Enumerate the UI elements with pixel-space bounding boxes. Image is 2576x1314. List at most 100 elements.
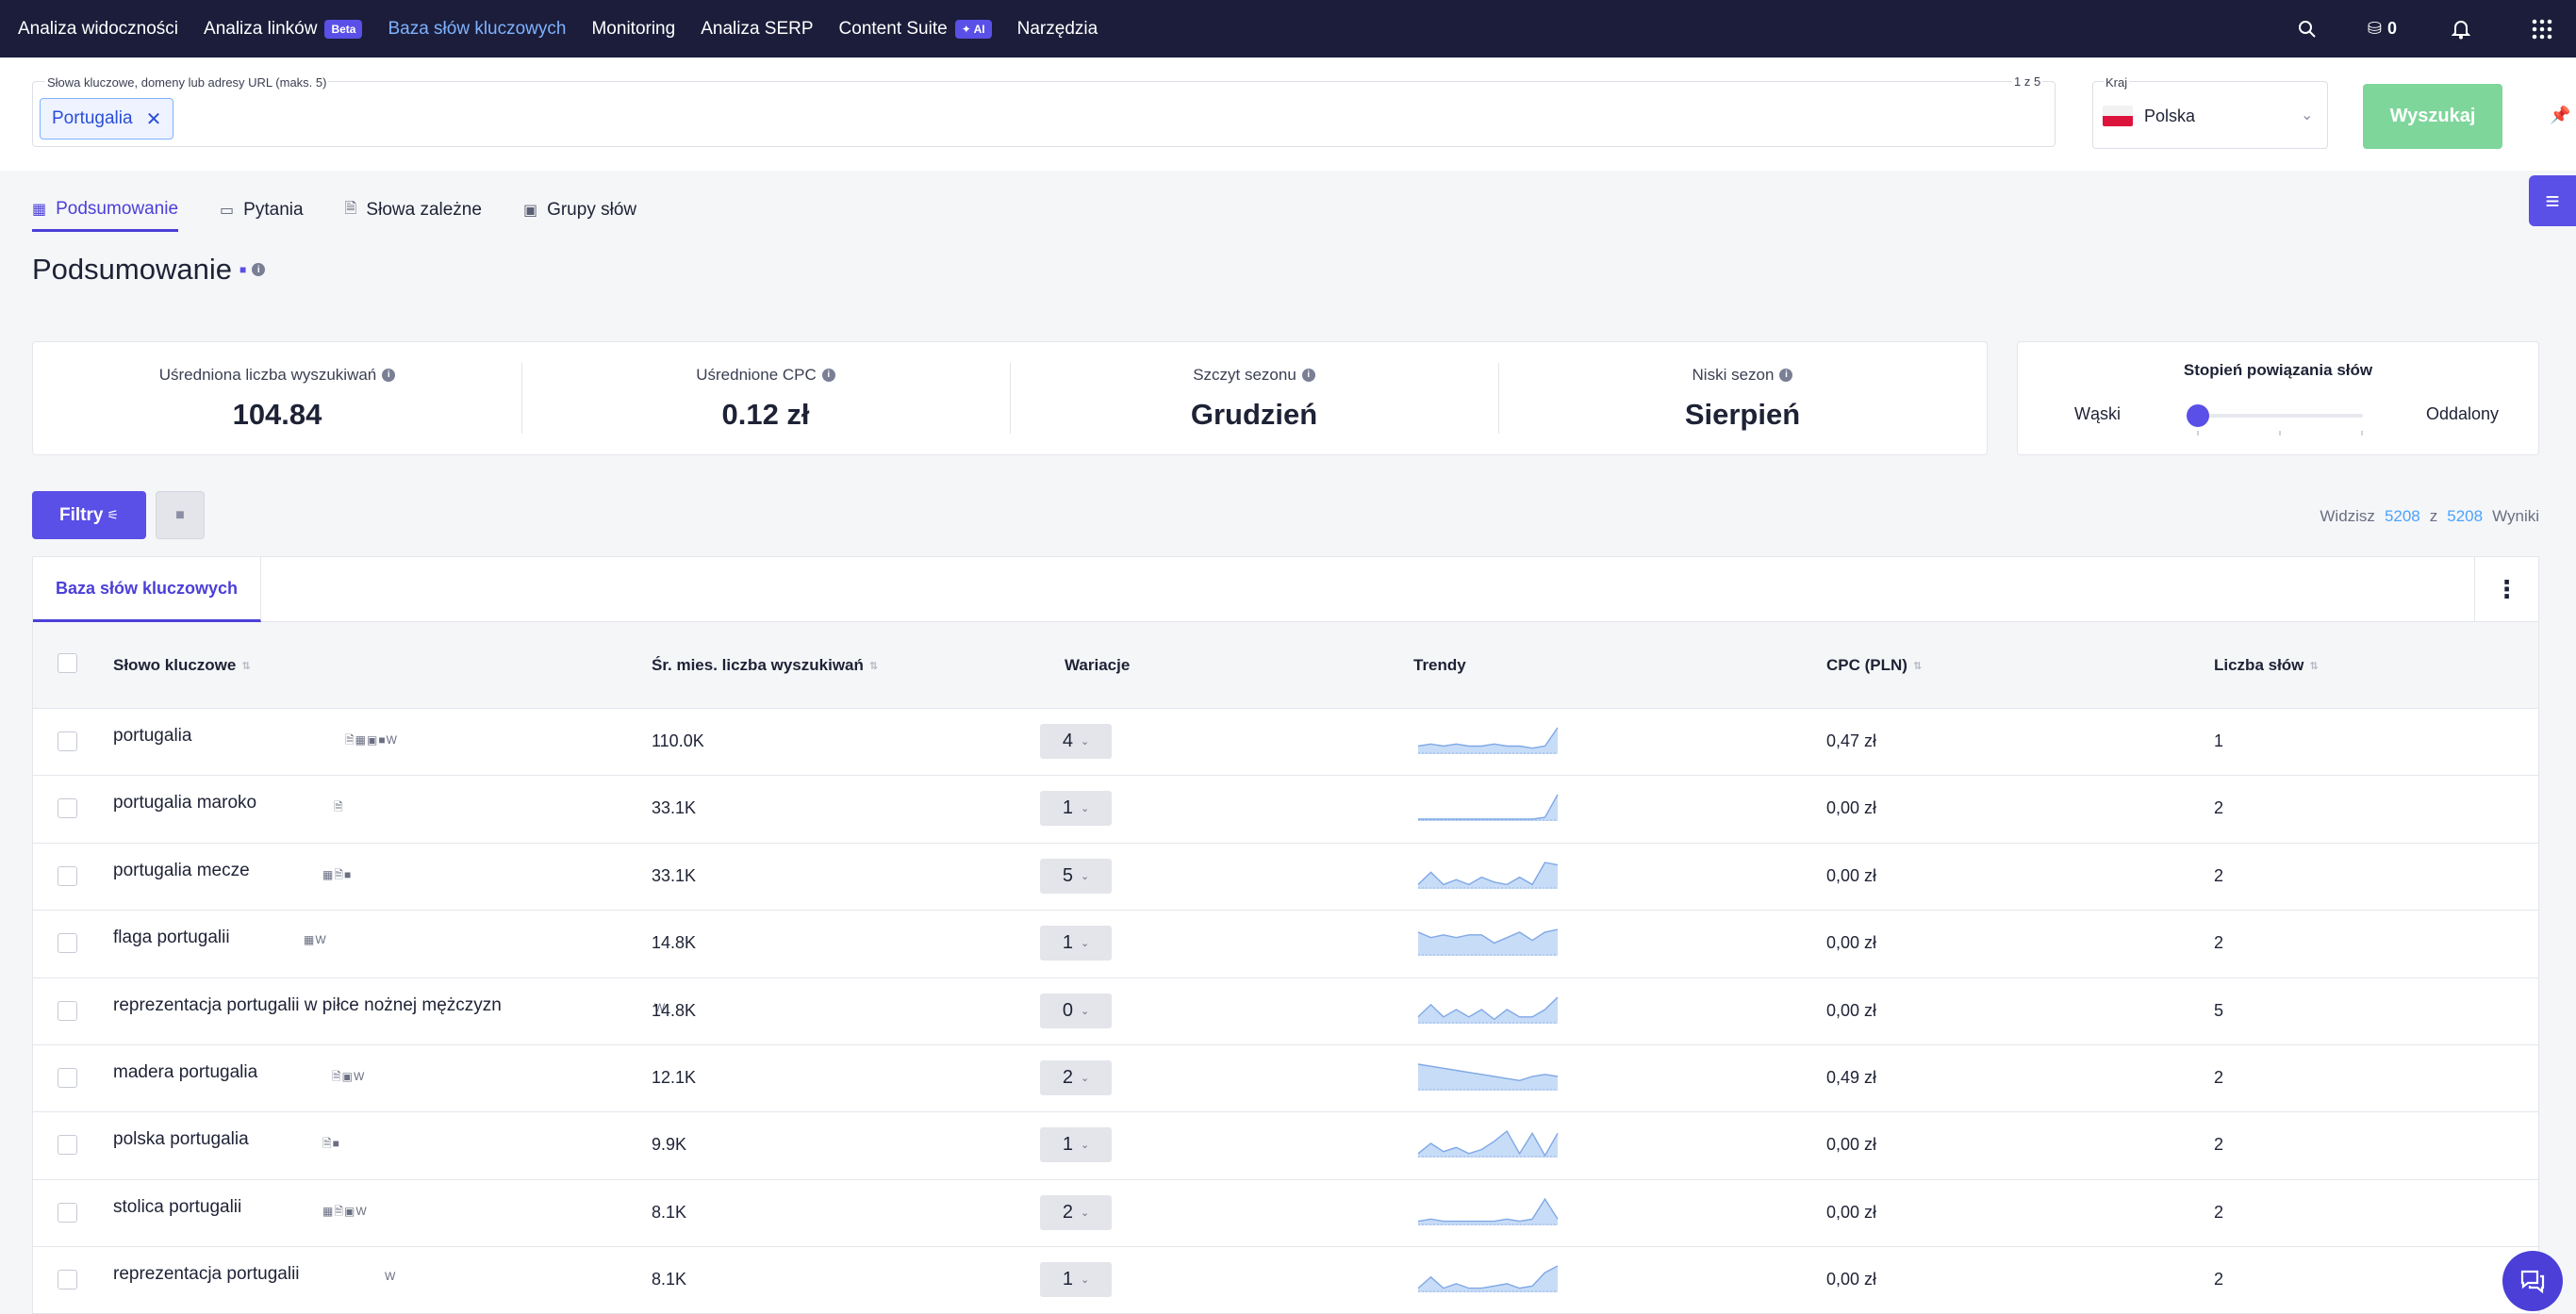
tab-related-words[interactable]: 🗎 Słowa zależne — [345, 189, 482, 232]
row-checkbox[interactable] — [58, 1067, 77, 1088]
serp-feature-icons: ▦W — [304, 933, 327, 947]
table-row[interactable]: madera portugalia 🗎▣W 12.1K 2 ⌄ 0,49 zł 2 — [33, 1045, 2538, 1113]
column-keyword[interactable]: Słowo kluczowe ⇅ — [113, 656, 251, 675]
trend-sparkline — [1417, 1063, 1559, 1091]
chat-icon[interactable] — [2502, 1251, 2563, 1311]
keyword-link[interactable]: portugalia maroko — [113, 793, 256, 813]
info-icon[interactable]: i — [382, 368, 396, 382]
table-row[interactable]: reprezentacja portugalii W 8.1K 1 ⌄ 0,00 … — [33, 1247, 2538, 1314]
keyword-link[interactable]: polska portugalia — [113, 1129, 249, 1150]
tab-label: Słowa zależne — [366, 200, 482, 220]
sort-icon: ⇅ — [1912, 660, 1923, 672]
info-icon[interactable]: i — [252, 263, 266, 276]
credits-value: 0 — [2386, 19, 2397, 38]
nav-item-content-suite[interactable]: Content Suite ✦ AI — [839, 19, 992, 40]
variations-dropdown[interactable]: 4 ⌄ — [1040, 724, 1112, 759]
results-shown: 5208 — [2384, 507, 2420, 525]
nav-item-monitoring[interactable]: Monitoring — [591, 19, 675, 40]
variations-count: 1 — [1062, 1134, 1073, 1156]
stat-label: Uśredniona liczba wyszukiwań i — [159, 366, 396, 385]
search-volume: 9.9K — [652, 1135, 687, 1155]
keyword-chip[interactable]: Portugalia ✕ — [40, 98, 174, 140]
poland-flag-icon — [2103, 106, 2133, 126]
stat-peak-season: Szczyt sezonu i Grudzień — [1010, 342, 1498, 454]
row-checkbox[interactable] — [58, 1135, 77, 1156]
keyword-link[interactable]: reprezentacja portugalii — [113, 1264, 300, 1285]
row-checkbox[interactable] — [58, 798, 77, 819]
video-icon[interactable]: ■ — [239, 263, 246, 276]
keyword-link[interactable]: flaga portugalii — [113, 928, 230, 948]
trend-sparkline — [1417, 996, 1559, 1024]
row-checkbox[interactable] — [58, 1270, 77, 1290]
table-row[interactable]: reprezentacja portugalii w piłce nożnej … — [33, 978, 2538, 1045]
tab-keyword-database[interactable]: Baza słów kluczowych — [33, 557, 261, 622]
pin-icon[interactable]: 📌 — [2550, 106, 2570, 125]
bell-icon[interactable] — [2448, 16, 2474, 42]
search-button[interactable]: Wyszukaj — [2363, 84, 2502, 149]
search-volume: 14.8K — [652, 1000, 697, 1020]
variations-dropdown[interactable]: 0 ⌄ — [1040, 993, 1112, 1028]
nav-item-serp[interactable]: Analiza SERP — [701, 19, 813, 40]
stat-label-text: Niski sezon — [1692, 365, 1775, 384]
table-row[interactable]: flaga portugalii ▦W 14.8K 1 ⌄ 0,00 zł 2 — [33, 911, 2538, 978]
table-row[interactable]: portugalia mecze ▦🗎■ 33.1K 5 ⌄ 0,00 zł 2 — [33, 844, 2538, 912]
row-checkbox[interactable] — [58, 1202, 77, 1223]
row-checkbox[interactable] — [58, 1000, 77, 1021]
column-label: Słowo kluczowe — [113, 656, 237, 674]
nav-item-tools[interactable]: Narzędzia — [1017, 19, 1098, 40]
apps-grid-icon[interactable] — [2529, 16, 2555, 42]
info-icon[interactable]: i — [821, 368, 835, 382]
credits-counter[interactable]: ⛁ 0 — [2368, 16, 2397, 42]
row-checkbox[interactable] — [58, 731, 77, 751]
search-icon[interactable] — [2294, 16, 2320, 42]
serp-feature-icons: 🗎■ — [322, 1137, 340, 1151]
keyword-input[interactable] — [32, 81, 2056, 147]
search-volume: 110.0K — [652, 731, 704, 750]
trend-sparkline — [1417, 928, 1559, 957]
select-all-checkbox[interactable] — [58, 653, 77, 673]
tab-summary[interactable]: ▦ Podsumowanie — [32, 189, 179, 232]
serp-feature-icons: 🗎 — [334, 800, 344, 814]
info-icon[interactable]: i — [1779, 368, 1793, 382]
serp-feature-icons: 🗎▣W — [332, 1069, 366, 1083]
column-cpc[interactable]: CPC (PLN) ⇅ — [1826, 656, 1922, 675]
nav-item-visibility[interactable]: Analiza widoczności — [18, 19, 178, 40]
column-label: CPC (PLN) — [1826, 656, 1907, 674]
variations-dropdown[interactable]: 1 ⌄ — [1040, 926, 1112, 961]
cpc-value: 0,00 zł — [1826, 1135, 1877, 1155]
cpc-value: 0,49 zł — [1826, 1067, 1877, 1087]
variations-dropdown[interactable]: 2 ⌄ — [1040, 1194, 1112, 1230]
cpc-value: 0,00 zł — [1826, 1202, 1877, 1222]
more-options-icon[interactable]: ⋮ — [2474, 557, 2538, 622]
keyword-link[interactable]: portugalia mecze — [113, 861, 250, 881]
chevron-down-icon: ⌄ — [1080, 870, 1090, 882]
relation-slider-handle[interactable] — [2187, 404, 2209, 427]
keyword-link[interactable]: madera portugalia — [113, 1062, 257, 1083]
close-icon[interactable]: ✕ — [146, 107, 162, 131]
table-row[interactable]: stolica portugalii ▦🗎▣W 8.1K 2 ⌄ 0,00 zł … — [33, 1180, 2538, 1248]
table-row[interactable]: polska portugalia 🗎■ 9.9K 1 ⌄ 0,00 zł 2 — [33, 1112, 2538, 1180]
table-row[interactable]: portugalia 🗎▦▣■W 110.0K 4 ⌄ 0,47 zł 1 — [33, 709, 2538, 777]
variations-dropdown[interactable]: 1 ⌄ — [1040, 1127, 1112, 1163]
column-word-count[interactable]: Liczba słów ⇅ — [2214, 656, 2319, 675]
keyword-link[interactable]: portugalia — [113, 726, 191, 747]
tab-word-groups[interactable]: ▣ Grupy słów — [523, 189, 636, 232]
relation-slider-track[interactable] — [2197, 414, 2363, 418]
tab-questions[interactable]: ▭ Pytania — [220, 189, 304, 232]
hamburger-menu-icon[interactable]: ≡ — [2529, 175, 2576, 226]
keyword-link[interactable]: stolica portugalii — [113, 1197, 241, 1218]
save-filter-button[interactable]: ■ — [156, 491, 205, 539]
nav-item-links[interactable]: Analiza linków Beta — [204, 19, 363, 40]
info-icon[interactable]: i — [1301, 368, 1315, 382]
column-volume[interactable]: Śr. mies. liczba wyszukiwań ⇅ — [652, 656, 878, 675]
row-checkbox[interactable] — [58, 933, 77, 954]
filters-button[interactable]: Filtry ⚟ — [32, 491, 146, 539]
variations-dropdown[interactable]: 1 ⌄ — [1040, 791, 1112, 827]
table-row[interactable]: portugalia maroko 🗎 33.1K 1 ⌄ 0,00 zł 2 — [33, 776, 2538, 844]
variations-dropdown[interactable]: 5 ⌄ — [1040, 858, 1112, 894]
keyword-link[interactable]: reprezentacja portugalii w piłce nożnej … — [113, 995, 502, 1016]
variations-dropdown[interactable]: 2 ⌄ — [1040, 1059, 1112, 1095]
variations-dropdown[interactable]: 1 ⌄ — [1040, 1262, 1112, 1298]
row-checkbox[interactable] — [58, 865, 77, 886]
nav-item-keyword-database[interactable]: Baza słów kluczowych — [388, 19, 566, 40]
